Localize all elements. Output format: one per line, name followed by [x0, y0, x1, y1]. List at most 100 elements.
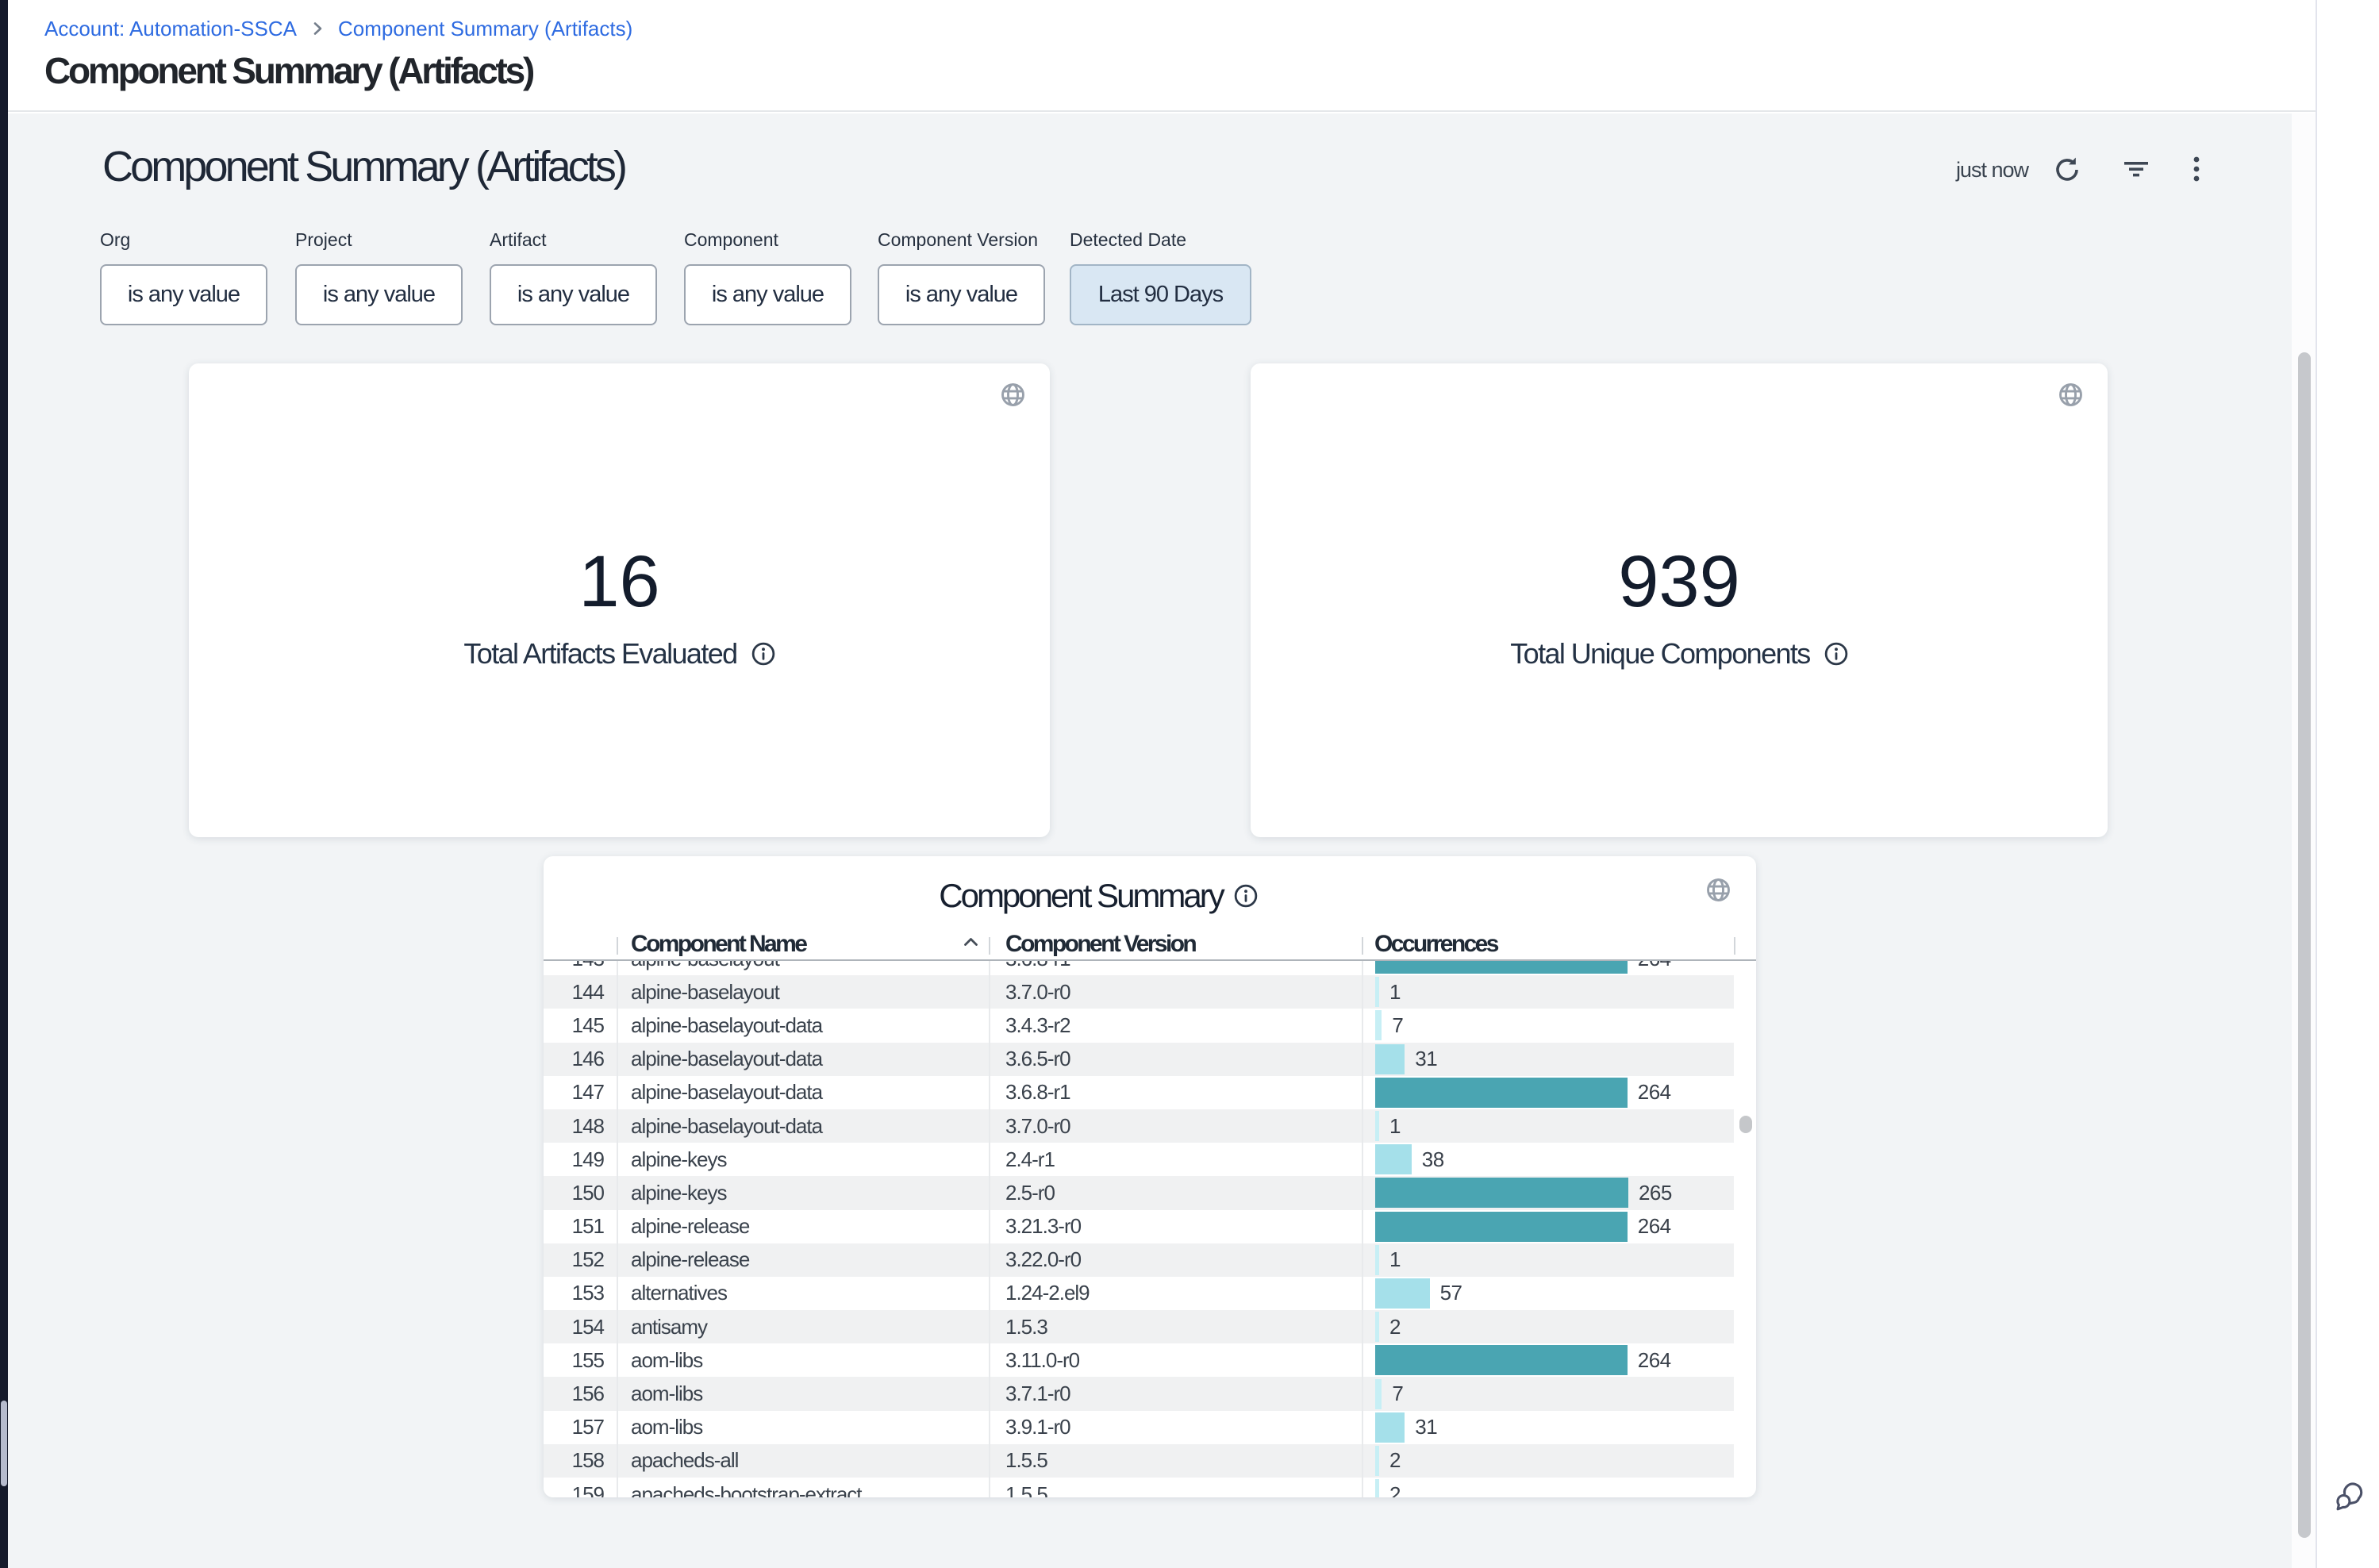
table-row[interactable]: 147alpine-baselayout-data3.6.8-r1264	[544, 1076, 1734, 1109]
filter-value-button[interactable]: is any value	[490, 264, 657, 325]
occurrences-bar	[1375, 1010, 1382, 1040]
component-name-cell: apacheds-bootstrap-extract	[631, 1478, 862, 1497]
table-row[interactable]: 148alpine-baselayout-data3.7.0-r01	[544, 1109, 1734, 1143]
occurrences-cell: 264	[1375, 961, 1671, 975]
sort-asc-icon	[963, 936, 978, 951]
occurrences-bar	[1375, 977, 1379, 1007]
row-index: 146	[544, 1043, 604, 1076]
info-icon[interactable]	[751, 642, 775, 666]
globe-icon	[1706, 878, 1731, 906]
table-row[interactable]: 156aom-libs3.7.1-r07	[544, 1377, 1734, 1410]
refresh-button[interactable]	[2052, 155, 2081, 186]
occurrences-bar	[1375, 1479, 1379, 1497]
row-index: 149	[544, 1143, 604, 1176]
row-index: 154	[544, 1310, 604, 1343]
info-icon[interactable]	[1824, 642, 1848, 666]
chat-bubble-icon[interactable]	[2333, 1480, 2366, 1513]
page-scrollbar-thumb[interactable]	[2298, 352, 2311, 1538]
kpi-label: Total Unique Components	[1510, 637, 1809, 671]
table-title: Component Summary	[939, 877, 1223, 915]
table-body[interactable]: 143alpine-baselayout3.6.8-r1264144alpine…	[544, 961, 1756, 1497]
table-rows: 143alpine-baselayout3.6.8-r1264144alpine…	[544, 961, 1734, 1497]
component-name-cell: aom-libs	[631, 1343, 702, 1377]
filter-label: Component Version	[878, 229, 1045, 251]
occurrences-value: 7	[1392, 1013, 1403, 1038]
table-row[interactable]: 153alternatives1.24-2.el957	[544, 1277, 1734, 1310]
page-scrollbar-track	[2292, 113, 2316, 1568]
header-separator	[1362, 937, 1363, 955]
table-row[interactable]: 157aom-libs3.9.1-r031	[544, 1411, 1734, 1444]
occurrences-cell: 1	[1375, 1243, 1401, 1277]
component-version-cell: 3.6.5-r0	[1005, 1043, 1070, 1076]
left-rail-scroll-thumb[interactable]	[1, 1401, 7, 1486]
occurrences-bar	[1375, 1412, 1405, 1443]
component-version-cell: 1.5.3	[1005, 1310, 1047, 1343]
filter-group-component-version: Component Version is any value	[878, 229, 1045, 325]
dashboard-filters-button[interactable]	[2122, 155, 2150, 186]
column-header-component-version[interactable]: Component Version	[1005, 931, 1195, 958]
row-index: 151	[544, 1210, 604, 1243]
occurrences-value: 2	[1389, 1448, 1401, 1473]
filter-value-button[interactable]: Last 90 Days	[1070, 264, 1251, 325]
occurrences-bar	[1375, 961, 1628, 974]
row-index: 143	[544, 961, 604, 975]
table-row[interactable]: 151 alpine-release 3.21.3-r0 264	[544, 1210, 1734, 1243]
kebab-menu-icon	[2192, 155, 2201, 186]
filter-value-button[interactable]: is any value	[684, 264, 851, 325]
table-row[interactable]: 158apacheds-all1.5.52	[544, 1444, 1734, 1478]
breadcrumb-current-link[interactable]: Component Summary (Artifacts)	[338, 17, 632, 41]
table-row[interactable]: 145alpine-baselayout-data3.4.3-r27	[544, 1009, 1734, 1042]
dashboard-title: Component Summary (Artifacts)	[102, 142, 625, 191]
component-name-cell: aom-libs	[631, 1411, 702, 1444]
filter-value-button[interactable]: is any value	[295, 264, 463, 325]
occurrences-value: 264	[1638, 1214, 1671, 1239]
occurrences-value: 57	[1440, 1281, 1462, 1305]
breadcrumb: Account: Automation-SSCA Component Summa…	[44, 16, 632, 41]
table-row[interactable]: 152alpine-release3.22.0-r01	[544, 1243, 1734, 1277]
filter-value-button[interactable]: is any value	[878, 264, 1045, 325]
app-root: Account: Automation-SSCA Component Summa…	[0, 0, 2379, 1568]
table-row[interactable]: 149alpine-keys2.4-r138	[544, 1143, 1734, 1176]
table-row[interactable]: 159apacheds-bootstrap-extract1.5.52	[544, 1478, 1734, 1497]
filter-label: Org	[100, 229, 267, 251]
dashboard-more-button[interactable]	[2192, 155, 2201, 186]
occurrences-cell: 264	[1375, 1210, 1671, 1243]
table-row[interactable]: 146alpine-baselayout-data3.6.5-r031	[544, 1043, 1734, 1076]
occurrences-cell: 2	[1375, 1310, 1401, 1343]
component-version-cell: 2.4-r1	[1005, 1143, 1055, 1176]
globe-icon	[1001, 382, 1025, 411]
component-name-cell: apacheds-all	[631, 1444, 738, 1478]
filter-group-component: Componentis any value	[684, 229, 851, 325]
occurrences-value: 264	[1638, 1348, 1671, 1373]
occurrences-cell: 7	[1375, 1009, 1403, 1042]
row-index: 147	[544, 1076, 604, 1109]
component-version-cell: 3.21.3-r0	[1005, 1210, 1081, 1243]
column-header-component-name[interactable]: Component Name	[631, 931, 805, 958]
occurrences-bar	[1375, 1245, 1379, 1275]
occurrences-value: 1	[1389, 1247, 1401, 1272]
table-row[interactable]: 150alpine-keys2.5-r0265	[544, 1176, 1734, 1209]
component-version-cell: 1.5.5	[1005, 1444, 1047, 1478]
info-icon[interactable]	[1234, 884, 1258, 908]
table-row[interactable]: 155aom-libs3.11.0-r0264	[544, 1343, 1734, 1377]
component-name-cell: alpine-release	[631, 1210, 749, 1243]
page-title: Component Summary (Artifacts)	[44, 49, 532, 92]
row-index: 159	[544, 1478, 604, 1497]
table-row[interactable]: 143alpine-baselayout3.6.8-r1264	[544, 961, 1734, 975]
occurrences-bar	[1375, 1212, 1628, 1242]
column-header-occurrences[interactable]: Occurrences	[1374, 931, 1497, 958]
occurrences-cell: 2	[1375, 1478, 1401, 1497]
occurrences-bar	[1375, 1111, 1379, 1141]
filter-group-org: Org is any value	[100, 229, 267, 325]
occurrences-value: 264	[1638, 961, 1671, 971]
table-row[interactable]: 154antisamy1.5.32	[544, 1310, 1734, 1343]
header-separator	[617, 937, 618, 955]
component-name-cell: aom-libs	[631, 1377, 702, 1410]
filter-value-button[interactable]: is any value	[100, 264, 267, 325]
occurrences-cell: 264	[1375, 1343, 1671, 1377]
table-row[interactable]: 144alpine-baselayout3.7.0-r01	[544, 975, 1734, 1009]
breadcrumb-chevron-icon	[309, 20, 326, 37]
refreshed-timestamp: just now	[1956, 158, 2028, 183]
breadcrumb-account-link[interactable]: Account: Automation-SSCA	[44, 17, 297, 41]
table-scrollbar-thumb[interactable]	[1739, 1116, 1752, 1133]
